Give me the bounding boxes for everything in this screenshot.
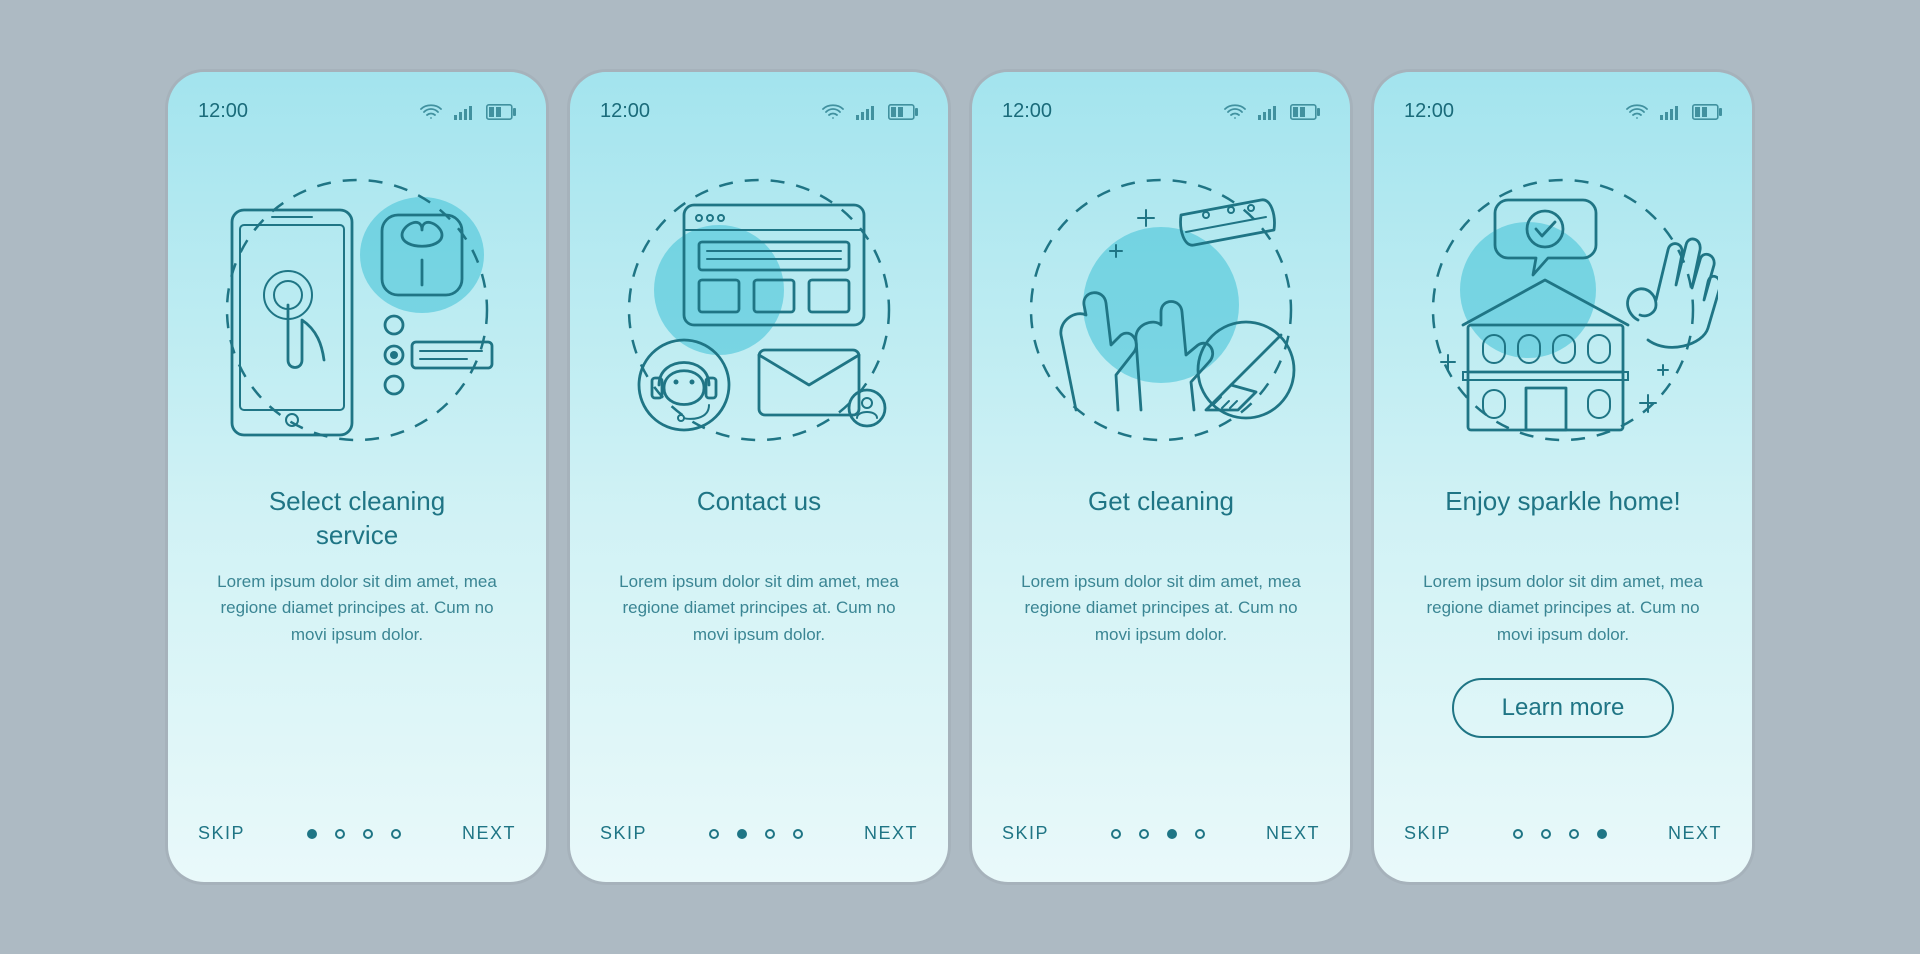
status-bar: 12:00 [198, 100, 516, 123]
skip-button[interactable]: SKIP [1404, 823, 1451, 844]
onboarding-screen-1: 12:00 Se [168, 72, 546, 882]
signal-icon [454, 104, 474, 120]
signal-icon [1258, 104, 1278, 120]
dot-4[interactable] [1597, 829, 1607, 839]
dot-1[interactable] [1513, 829, 1523, 839]
wifi-icon [1626, 104, 1648, 120]
page-dots [307, 829, 401, 839]
dot-1[interactable] [1111, 829, 1121, 839]
page-dots [1513, 829, 1607, 839]
status-icons [1224, 104, 1320, 120]
dot-2[interactable] [335, 829, 345, 839]
battery-icon [1290, 104, 1320, 120]
screen-title: Enjoy sparkle home! [1404, 485, 1722, 555]
onboarding-screen-2: 12:00 [570, 72, 948, 882]
status-time: 12:00 [198, 100, 248, 123]
status-time: 12:00 [1002, 100, 1052, 123]
screen-body: Lorem ipsum dolor sit dim amet, mea regi… [1002, 569, 1320, 648]
dot-3[interactable] [1569, 829, 1579, 839]
illustration-select-service [198, 145, 516, 475]
status-time: 12:00 [600, 100, 650, 123]
screen-title: Select cleaning service [198, 485, 516, 555]
dot-4[interactable] [391, 829, 401, 839]
next-button[interactable]: NEXT [1266, 823, 1320, 844]
page-dots [709, 829, 803, 839]
screen-body: Lorem ipsum dolor sit dim amet, mea regi… [1404, 569, 1722, 648]
skip-button[interactable]: SKIP [1002, 823, 1049, 844]
dot-1[interactable] [709, 829, 719, 839]
next-button[interactable]: NEXT [864, 823, 918, 844]
illustration-enjoy-home [1404, 145, 1722, 475]
status-icons [822, 104, 918, 120]
dot-1[interactable] [307, 829, 317, 839]
screen-body: Lorem ipsum dolor sit dim amet, mea regi… [600, 569, 918, 648]
onboarding-nav: SKIP NEXT [1002, 823, 1320, 844]
signal-icon [856, 104, 876, 120]
page-dots [1111, 829, 1205, 839]
onboarding-screen-3: 12:00 Get clean [972, 72, 1350, 882]
battery-icon [1692, 104, 1722, 120]
wifi-icon [420, 104, 442, 120]
signal-icon [1660, 104, 1680, 120]
dot-2[interactable] [737, 829, 747, 839]
status-bar: 12:00 [600, 100, 918, 123]
learn-more-button[interactable]: Learn more [1452, 678, 1675, 738]
screen-title: Contact us [600, 485, 918, 555]
dot-4[interactable] [793, 829, 803, 839]
next-button[interactable]: NEXT [462, 823, 516, 844]
status-bar: 12:00 [1404, 100, 1722, 123]
dot-3[interactable] [765, 829, 775, 839]
status-icons [420, 104, 516, 120]
status-bar: 12:00 [1002, 100, 1320, 123]
onboarding-nav: SKIP NEXT [1404, 823, 1722, 844]
onboarding-nav: SKIP NEXT [198, 823, 516, 844]
dot-3[interactable] [1167, 829, 1177, 839]
skip-button[interactable]: SKIP [600, 823, 647, 844]
dot-3[interactable] [363, 829, 373, 839]
screen-title: Get cleaning [1002, 485, 1320, 555]
battery-icon [888, 104, 918, 120]
next-button[interactable]: NEXT [1668, 823, 1722, 844]
dot-4[interactable] [1195, 829, 1205, 839]
battery-icon [486, 104, 516, 120]
onboarding-nav: SKIP NEXT [600, 823, 918, 844]
illustration-contact-us [600, 145, 918, 475]
wifi-icon [822, 104, 844, 120]
onboarding-screen-4: 12:00 [1374, 72, 1752, 882]
status-icons [1626, 104, 1722, 120]
illustration-get-cleaning [1002, 145, 1320, 475]
wifi-icon [1224, 104, 1246, 120]
dot-2[interactable] [1139, 829, 1149, 839]
status-time: 12:00 [1404, 100, 1454, 123]
skip-button[interactable]: SKIP [198, 823, 245, 844]
screen-body: Lorem ipsum dolor sit dim amet, mea regi… [198, 569, 516, 648]
dot-2[interactable] [1541, 829, 1551, 839]
